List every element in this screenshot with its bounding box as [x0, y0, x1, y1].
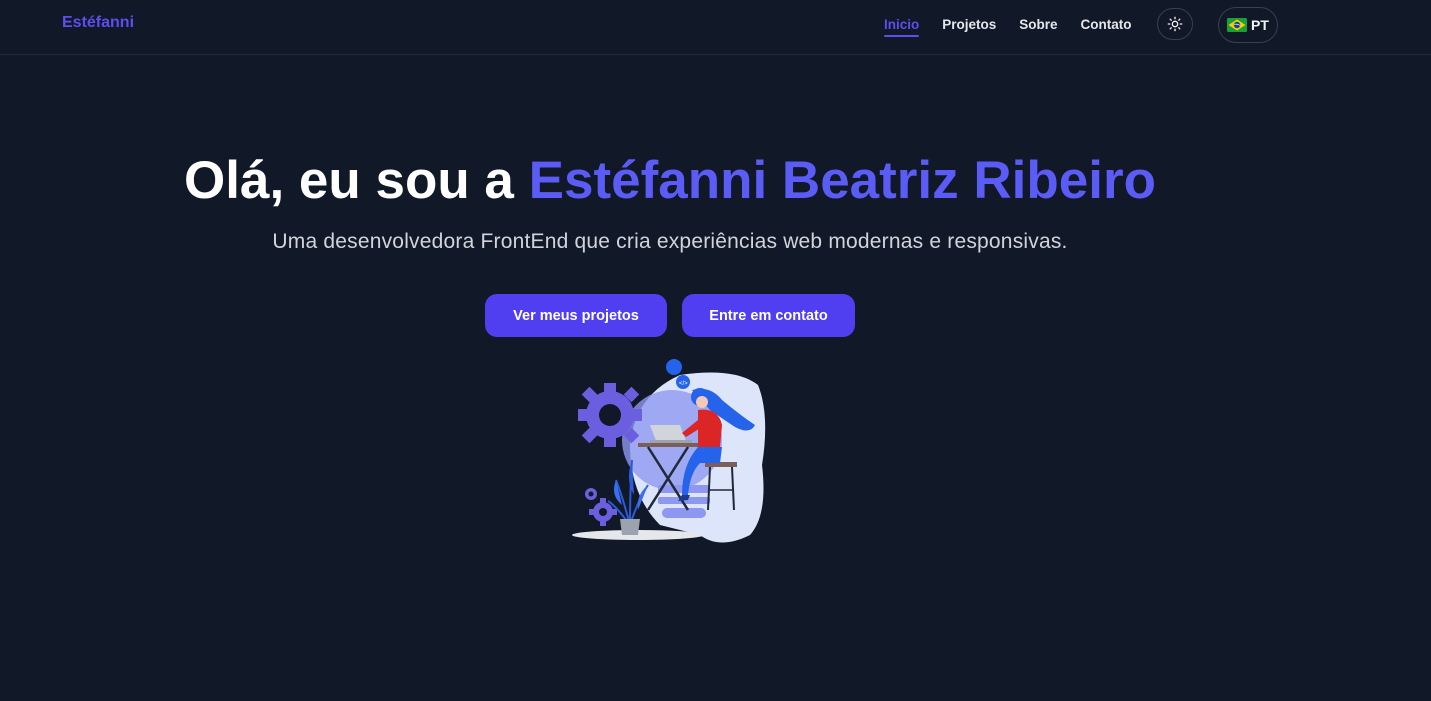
- navbar: Estéfanni Inicio Projetos Sobre Contato: [0, 0, 1431, 55]
- nav-links: Inicio Projetos Sobre Contato: [884, 17, 1155, 37]
- hero-subtitle: Uma desenvolvedora FrontEnd que cria exp…: [272, 230, 1068, 253]
- hero-title-prefix: Olá, eu sou a: [184, 151, 529, 210]
- nav-link-projetos[interactable]: Projetos: [942, 17, 996, 37]
- hero-title-name: Estéfanni Beatriz Ribeiro: [528, 151, 1156, 210]
- nav-link-inicio[interactable]: Inicio: [884, 17, 920, 37]
- language-label: PT: [1251, 17, 1269, 33]
- nav-link-contato[interactable]: Contato: [1081, 17, 1132, 37]
- language-button[interactable]: PT: [1218, 7, 1278, 43]
- brazil-flag-icon: [1227, 18, 1248, 32]
- svg-text:</>: </>: [679, 381, 688, 387]
- contact-button[interactable]: Entre em contato: [682, 294, 855, 337]
- hero-title: Olá, eu sou a Estéfanni Beatriz Ribeiro: [0, 150, 1340, 211]
- brand-logo[interactable]: Estéfanni: [62, 14, 134, 32]
- developer-woman-illustration: </>: [572, 359, 766, 543]
- theme-toggle-button[interactable]: [1157, 8, 1193, 40]
- view-projects-button[interactable]: Ver meus projetos: [485, 294, 667, 337]
- page: Estéfanni Inicio Projetos Sobre Contato: [0, 0, 1431, 701]
- sun-icon: [1167, 16, 1183, 32]
- nav-link-sobre[interactable]: Sobre: [1019, 17, 1057, 37]
